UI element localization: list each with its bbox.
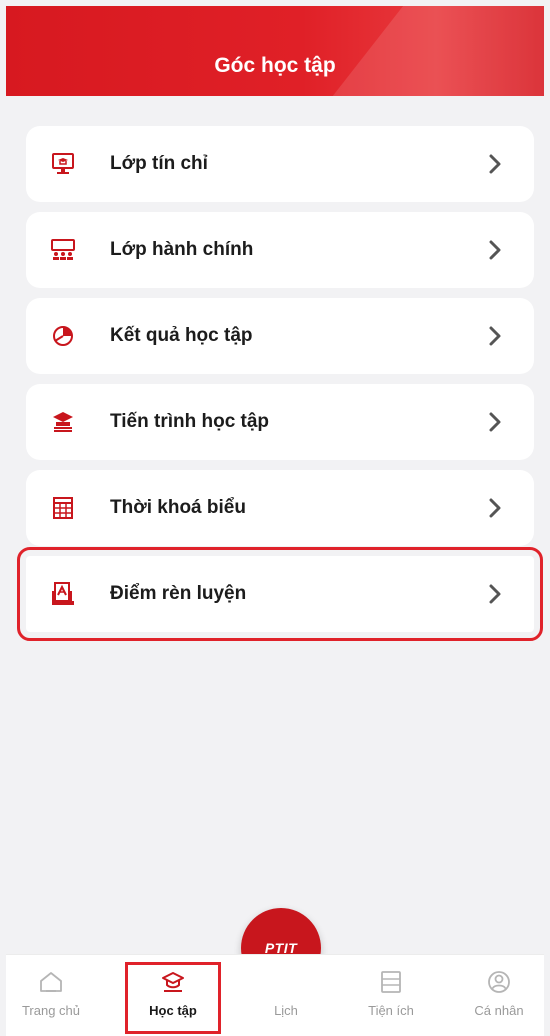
nav-item-profile[interactable]: Cá nhân bbox=[454, 965, 544, 1031]
header-bar: Góc học tập bbox=[6, 6, 544, 96]
nav-item-home[interactable]: Trang chủ bbox=[6, 965, 96, 1031]
menu-item-label: Kết quả học tập bbox=[110, 325, 253, 346]
study-menu: Lớp tín chỉ Lớp hành chính Kết quả học t… bbox=[17, 126, 543, 642]
nav-item-study[interactable]: Học tập bbox=[125, 962, 221, 1034]
utilities-icon bbox=[381, 971, 401, 993]
chevron-right-icon bbox=[489, 412, 501, 432]
menu-item-admin-class[interactable]: Lớp hành chính bbox=[26, 212, 534, 288]
menu-item-label: Thời khoá biểu bbox=[110, 497, 246, 518]
timetable-icon bbox=[50, 494, 76, 522]
nav-label: Cá nhân bbox=[474, 1003, 524, 1018]
nav-item-calendar[interactable]: Lịch bbox=[241, 965, 331, 1031]
user-profile-icon bbox=[488, 971, 510, 993]
chevron-right-icon bbox=[489, 326, 501, 346]
pie-chart-icon bbox=[50, 322, 76, 350]
menu-item-credit-class[interactable]: Lớp tín chỉ bbox=[26, 126, 534, 202]
menu-item-timetable[interactable]: Thời khoá biểu bbox=[26, 470, 534, 546]
nav-label: Trang chủ bbox=[21, 1003, 81, 1018]
chevron-right-icon bbox=[489, 154, 501, 174]
chevron-right-icon bbox=[489, 498, 501, 518]
monitor-class-icon bbox=[50, 150, 76, 178]
graduation-cap-icon bbox=[50, 408, 76, 436]
bottom-nav: Trang chủ Học tập Lịch Tiện ích Cá nhân bbox=[6, 954, 544, 1036]
menu-item-results[interactable]: Kết quả học tập bbox=[26, 298, 534, 374]
menu-item-label: Lớp hành chính bbox=[110, 239, 254, 260]
nav-label: Lịch bbox=[274, 1003, 298, 1018]
classroom-icon bbox=[50, 236, 76, 264]
calendar-placeholder bbox=[273, 969, 299, 995]
nav-item-utilities[interactable]: Tiện ích bbox=[346, 965, 436, 1031]
graduation-cap-icon bbox=[162, 972, 184, 992]
menu-item-label: Điểm rèn luyện bbox=[110, 583, 247, 604]
home-icon bbox=[40, 972, 62, 992]
score-report-icon bbox=[50, 580, 76, 608]
nav-label: Học tập bbox=[149, 1003, 197, 1018]
menu-item-label: Tiến trình học tập bbox=[110, 411, 270, 432]
chevron-right-icon bbox=[489, 584, 501, 604]
menu-item-progress[interactable]: Tiến trình học tập bbox=[26, 384, 534, 460]
app-screen: Góc học tập Lớp tín chỉ Lớp hành chính K… bbox=[0, 0, 550, 1036]
menu-item-conduct-score[interactable]: Điểm rèn luyện bbox=[17, 547, 543, 641]
menu-item-label: Lớp tín chỉ bbox=[110, 153, 208, 174]
chevron-right-icon bbox=[489, 240, 501, 260]
page-title: Góc học tập bbox=[214, 54, 336, 77]
nav-label: Tiện ích bbox=[368, 1003, 414, 1018]
